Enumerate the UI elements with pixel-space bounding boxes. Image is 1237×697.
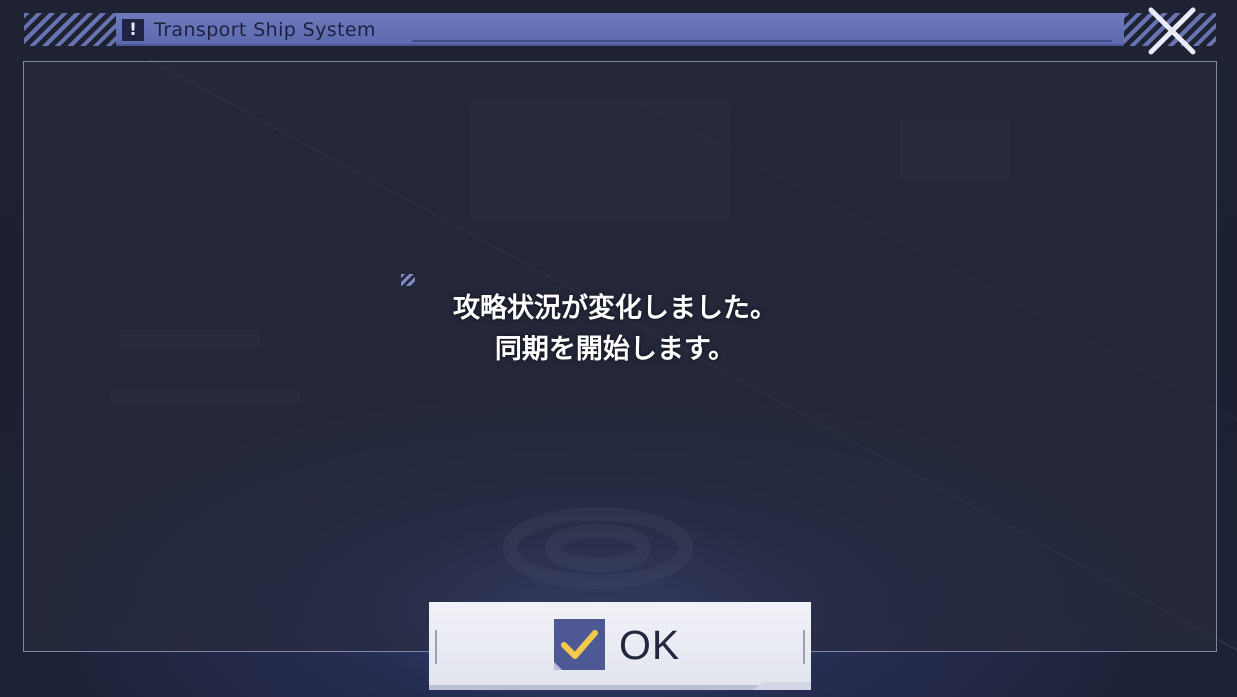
dialog-title: Transport Ship System <box>154 19 376 41</box>
ok-button[interactable]: OK <box>429 602 811 690</box>
close-icon <box>1148 7 1196 55</box>
header-underline <box>412 40 1112 42</box>
message-decoration <box>401 274 415 286</box>
ok-button-label: OK <box>619 622 681 668</box>
message-line-2: 同期を開始します。 <box>494 334 736 365</box>
dialog-message: 攻略状況が変化しました。 同期を開始します。 <box>380 288 850 370</box>
exclamation-icon: ! <box>122 19 144 41</box>
message-line-1: 攻略状況が変化しました。 <box>453 293 777 324</box>
ok-button-tick-right <box>803 630 805 664</box>
checkbox-check-icon <box>554 619 605 670</box>
ok-button-corner <box>753 682 811 690</box>
close-button[interactable] <box>1143 4 1201 58</box>
ok-button-tick-left <box>435 630 437 664</box>
header-hatch-left <box>24 13 116 46</box>
